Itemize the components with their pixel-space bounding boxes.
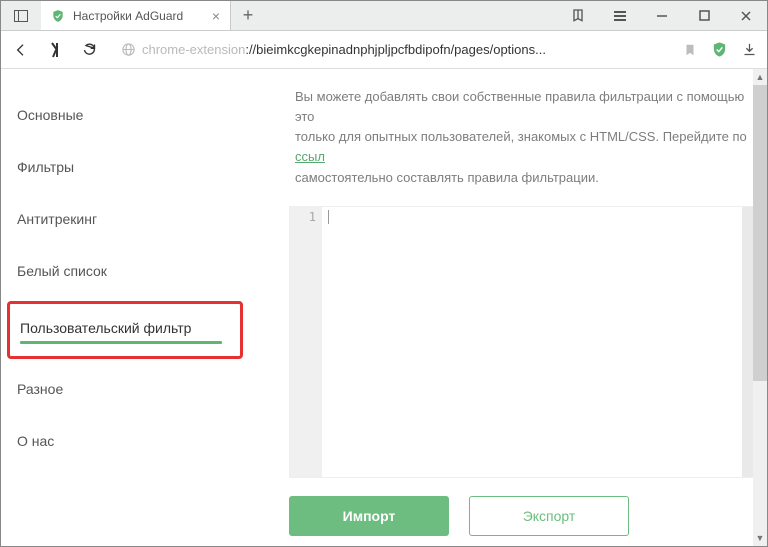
sidebar-item-user-filter[interactable]: Пользовательский фильтр <box>7 301 243 359</box>
scroll-thumb[interactable] <box>753 85 767 381</box>
main-panel: Вы можете добавлять свои собственные пра… <box>249 69 767 546</box>
adguard-shield-icon[interactable] <box>711 41 728 58</box>
url-scheme: chrome-extension <box>142 42 245 57</box>
bookmark-icon[interactable] <box>683 42 697 58</box>
maximize-button[interactable] <box>683 10 725 21</box>
text-cursor <box>328 210 329 224</box>
yandex-logo-icon[interactable] <box>45 40 65 60</box>
sidebar-item-about[interactable]: О нас <box>1 415 249 467</box>
menu-icon[interactable] <box>599 10 641 22</box>
minimize-button[interactable] <box>641 10 683 22</box>
new-tab-button[interactable]: + <box>231 1 265 30</box>
rules-editor[interactable]: 1 <box>289 206 755 478</box>
code-area[interactable] <box>322 207 754 477</box>
globe-icon <box>121 42 136 57</box>
sidebar-item-whitelist[interactable]: Белый список <box>1 245 249 297</box>
reload-button[interactable] <box>79 40 99 60</box>
scroll-up-icon[interactable]: ▲ <box>753 69 767 85</box>
tab-close-icon[interactable]: × <box>212 8 220 24</box>
url-path: ://bieimkcgkepinadnphjpljpcfbdipofn/page… <box>245 42 546 57</box>
sidebar-item-filters[interactable]: Фильтры <box>1 141 249 193</box>
browser-tab[interactable]: Настройки AdGuard × <box>41 1 231 30</box>
button-row: Импорт Экспорт <box>289 496 755 536</box>
active-underline <box>20 341 222 344</box>
scroll-down-icon[interactable]: ▼ <box>753 530 767 546</box>
download-icon[interactable] <box>742 42 757 57</box>
sidebar-item-misc[interactable]: Разное <box>1 363 249 415</box>
sidebar-toggle-icon[interactable] <box>1 1 41 30</box>
sidebar-item-antitracking[interactable]: Антитрекинг <box>1 193 249 245</box>
back-button[interactable] <box>11 40 31 60</box>
reader-mode-icon[interactable] <box>557 8 599 24</box>
import-button[interactable]: Импорт <box>289 496 449 536</box>
title-bar: Настройки AdGuard × + <box>1 1 767 31</box>
sidebar-item-label: Пользовательский фильтр <box>20 320 230 336</box>
settings-sidebar: Основные Фильтры Антитрекинг Белый списо… <box>1 69 249 546</box>
close-button[interactable] <box>725 10 767 22</box>
description-text: Вы можете добавлять свои собственные пра… <box>249 87 755 188</box>
sidebar-item-general[interactable]: Основные <box>1 89 249 141</box>
help-link[interactable]: ссыл <box>295 149 325 164</box>
export-button[interactable]: Экспорт <box>469 496 629 536</box>
address-bar: chrome-extension://bieimkcgkepinadnphjpl… <box>1 31 767 69</box>
line-number: 1 <box>290 210 316 224</box>
tab-title: Настройки AdGuard <box>73 9 183 23</box>
line-gutter: 1 <box>290 207 322 477</box>
page-content: Основные Фильтры Антитрекинг Белый списо… <box>1 69 767 546</box>
shield-icon <box>51 9 65 23</box>
page-scrollbar[interactable]: ▲ ▼ <box>753 69 767 546</box>
url-field[interactable]: chrome-extension://bieimkcgkepinadnphjpl… <box>113 37 669 63</box>
